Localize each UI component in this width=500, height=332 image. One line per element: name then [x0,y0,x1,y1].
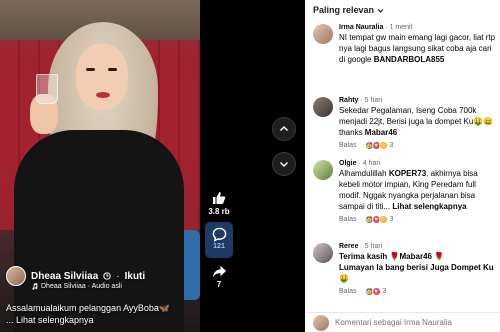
reaction-summary[interactable]: 👍 ♥ ☺ 3 [364,141,394,150]
video-overlay: Dheaa Silviiaa · Ikuti Dheaa Silviiaa · … [6,266,196,326]
comment-body: Irma Nauralia · 1 menit NI tempat gw mai… [339,24,497,65]
comment-text: Sekedar Pegalaman, Iseng Coba 700k menja… [339,105,497,138]
chevron-down-icon [377,8,384,13]
current-user-avatar [313,314,329,331]
reaction-count: 3 [389,216,394,223]
clock-icon [103,272,111,280]
comment-time: · 5 hari [360,97,383,104]
reaction-count: 3 [389,142,394,149]
comment-mention: KOPER73 [388,169,427,178]
comment-header: Rahty · 5 hari [339,97,497,104]
comment-bubble-icon [212,227,226,242]
comment-author[interactable]: Irma Nauralia [339,24,383,31]
comment-author[interactable]: Reree [339,243,358,250]
video-caption: Assalamualaikum pelanggan AyyBoba🦋 ... L… [6,302,196,326]
comment-header: Olgie · 4 hari [339,160,497,167]
haha-reaction-icon: ☺ [378,215,388,224]
reply-button[interactable]: Balas [339,216,357,223]
comment-body: Olgie · 4 hari Alhamdulillah KOPER73, ak… [339,160,497,224]
comment-time: · 5 hari [360,243,383,250]
music-note-icon [32,283,38,290]
comment-author[interactable]: Olgie [339,160,357,167]
video-person-face [76,44,128,110]
creator-avatar[interactable] [6,266,26,286]
chevron-up-icon [279,125,289,132]
comment-text: NI tempat gw main emang lagi gacor, liat… [339,32,497,65]
comments-panel: Paling relevan Irma Nauralia · 1 menit N… [305,0,500,332]
comment-body: Rahty · 5 hari Sekedar Pegalaman, Iseng … [339,97,497,150]
comment-text-part: Terima kasih 🌹Mabar46 🌹 [339,252,445,261]
reel-viewer: Dheaa Silviiaa · Ikuti Dheaa Silviiaa · … [0,0,500,332]
like-action[interactable]: 3.8 rb [200,190,238,216]
comment-sort-dropdown[interactable]: Paling relevan [305,0,500,20]
commenter-avatar[interactable] [313,243,333,263]
comment-text-part: Sekedar Pegalaman, Iseng Coba 700k menja… [339,106,494,137]
comment-text: Alhamdulillah KOPER73, akhirnya bisa keb… [339,168,497,212]
thumbs-up-icon [213,192,226,204]
comment-count: 121 [213,243,225,250]
reaction-summary[interactable]: 👍 ♥ 3 [364,287,387,296]
reaction-count: 3 [382,288,387,295]
comment-mention: BANDARBOLA855 [373,55,445,64]
commenter-avatar[interactable] [313,24,333,44]
reaction-summary[interactable]: 👍 ♥ ☺ 3 [364,215,394,224]
comment-meta: Balas 👍 ♥ ☺ 3 [339,215,497,224]
commenter-avatar[interactable] [313,160,333,180]
comment-text-part: Alhamdulillah [339,169,389,178]
audio-row[interactable]: Dheaa Silviiaa · Audio asli [31,283,196,290]
like-count: 3.8 rb [208,207,230,216]
share-count: 7 [216,280,222,289]
video-person-eye [86,68,95,71]
separator-dot: · [116,270,120,282]
previous-video-button[interactable] [272,117,296,141]
reply-button[interactable]: Balas [339,142,357,149]
video-person-lips [96,92,110,98]
caption-see-more[interactable]: ... Lihat selengkapnya [6,314,196,326]
commenter-avatar[interactable] [313,97,333,117]
follow-button[interactable]: Ikuti [125,271,146,282]
comment-text: Terima kasih 🌹Mabar46 🌹 Lumayan la bang b… [339,251,497,284]
share-action[interactable]: 7 [200,264,238,289]
see-more-link[interactable]: Lihat selengkapnya [392,202,466,211]
reply-button[interactable]: Balas [339,288,357,295]
share-arrow-icon [212,265,226,278]
comment-action[interactable]: 121 [200,227,238,250]
comment-time: · 1 menit [385,24,413,31]
comment-input[interactable] [335,318,500,327]
comment-time: · 4 hari [358,160,381,167]
comment-body: Reree · 5 hari Terima kasih 🌹Mabar46 🌹 Lu… [339,243,497,296]
video-person-eye [108,68,117,71]
next-video-button[interactable] [272,152,296,176]
video-cup [36,74,58,104]
audio-label: Dheaa Silviiaa · Audio asli [41,283,122,290]
chevron-down-icon [279,161,289,168]
comment-header: Irma Nauralia · 1 menit [339,24,497,31]
comment-meta: Balas 👍 ♥ 3 [339,287,497,296]
comment-author[interactable]: Rahty [339,97,358,104]
comment-composer [305,312,500,332]
comment-meta: Balas 👍 ♥ ☺ 3 [339,141,497,150]
comment-text-part: Lumayan la bang berisi Juga Dompet Ku🤑 [339,263,494,283]
sort-label: Paling relevan [313,5,375,15]
love-reaction-icon: ♥ [371,287,381,296]
haha-reaction-icon: ☺ [378,141,388,150]
creator-name[interactable]: Dheaa Silviiaa [31,271,98,282]
caption-text: Assalamualaikum pelanggan AyyBoba🦋 [6,303,171,313]
video-player[interactable]: Dheaa Silviiaa · Ikuti Dheaa Silviiaa · … [0,0,200,332]
comment-header: Reree · 5 hari [339,243,497,250]
comment-mention: Mabar46 [364,128,398,137]
